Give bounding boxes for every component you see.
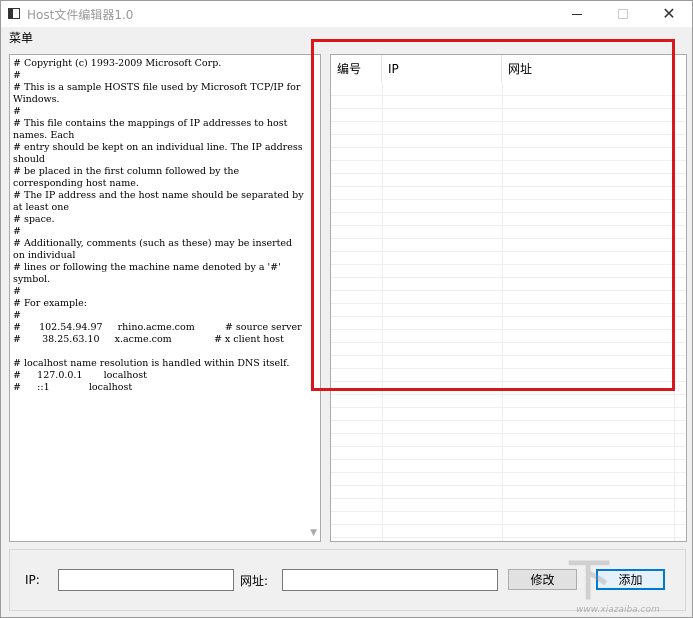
title-bar[interactable]: Host文件编辑器1.0 ✕ [1,1,692,27]
table-header: 编号 IP 网址 [331,55,686,83]
hosts-file-content[interactable]: # Copyright (c) 1993-2009 Microsoft Corp… [13,58,305,538]
ip-label: IP: [25,573,40,587]
close-icon: ✕ [662,4,676,23]
url-input[interactable] [282,569,498,591]
chevron-down-icon[interactable]: ▼ [310,528,317,538]
table-grid-col [502,83,503,541]
watermark-logo: 下 [567,555,611,606]
minimize-icon [572,13,582,15]
column-header-number[interactable]: 编号 [331,55,382,83]
table-grid-rows [331,83,686,541]
table-grid-col [674,83,675,541]
column-header-url[interactable]: 网址 [502,55,674,83]
menu-item-main[interactable]: 菜单 [9,29,33,46]
table-grid-col [382,83,383,541]
watermark-site: www.xiazaiba.com [576,605,660,615]
app-window-icon [8,8,20,19]
vertical-scrollbar[interactable]: ▼ [306,55,320,541]
minimize-button[interactable] [554,1,600,27]
window-title: Host文件编辑器1.0 [27,8,134,22]
column-header-ip[interactable]: IP [382,55,502,83]
host-table[interactable]: 编号 IP 网址 [330,54,687,542]
close-button[interactable]: ✕ [646,1,692,27]
hosts-text-area[interactable]: # Copyright (c) 1993-2009 Microsoft Corp… [9,54,321,542]
column-header-extra[interactable] [674,55,686,83]
ip-input[interactable] [58,569,234,591]
url-label: 网址: [240,574,269,588]
app-window: Host文件编辑器1.0 ✕ 菜单 # Copyright (c) 1993-2… [0,0,693,618]
menu-bar: 菜单 [1,27,692,47]
maximize-icon [618,9,628,19]
maximize-button[interactable] [600,1,646,27]
